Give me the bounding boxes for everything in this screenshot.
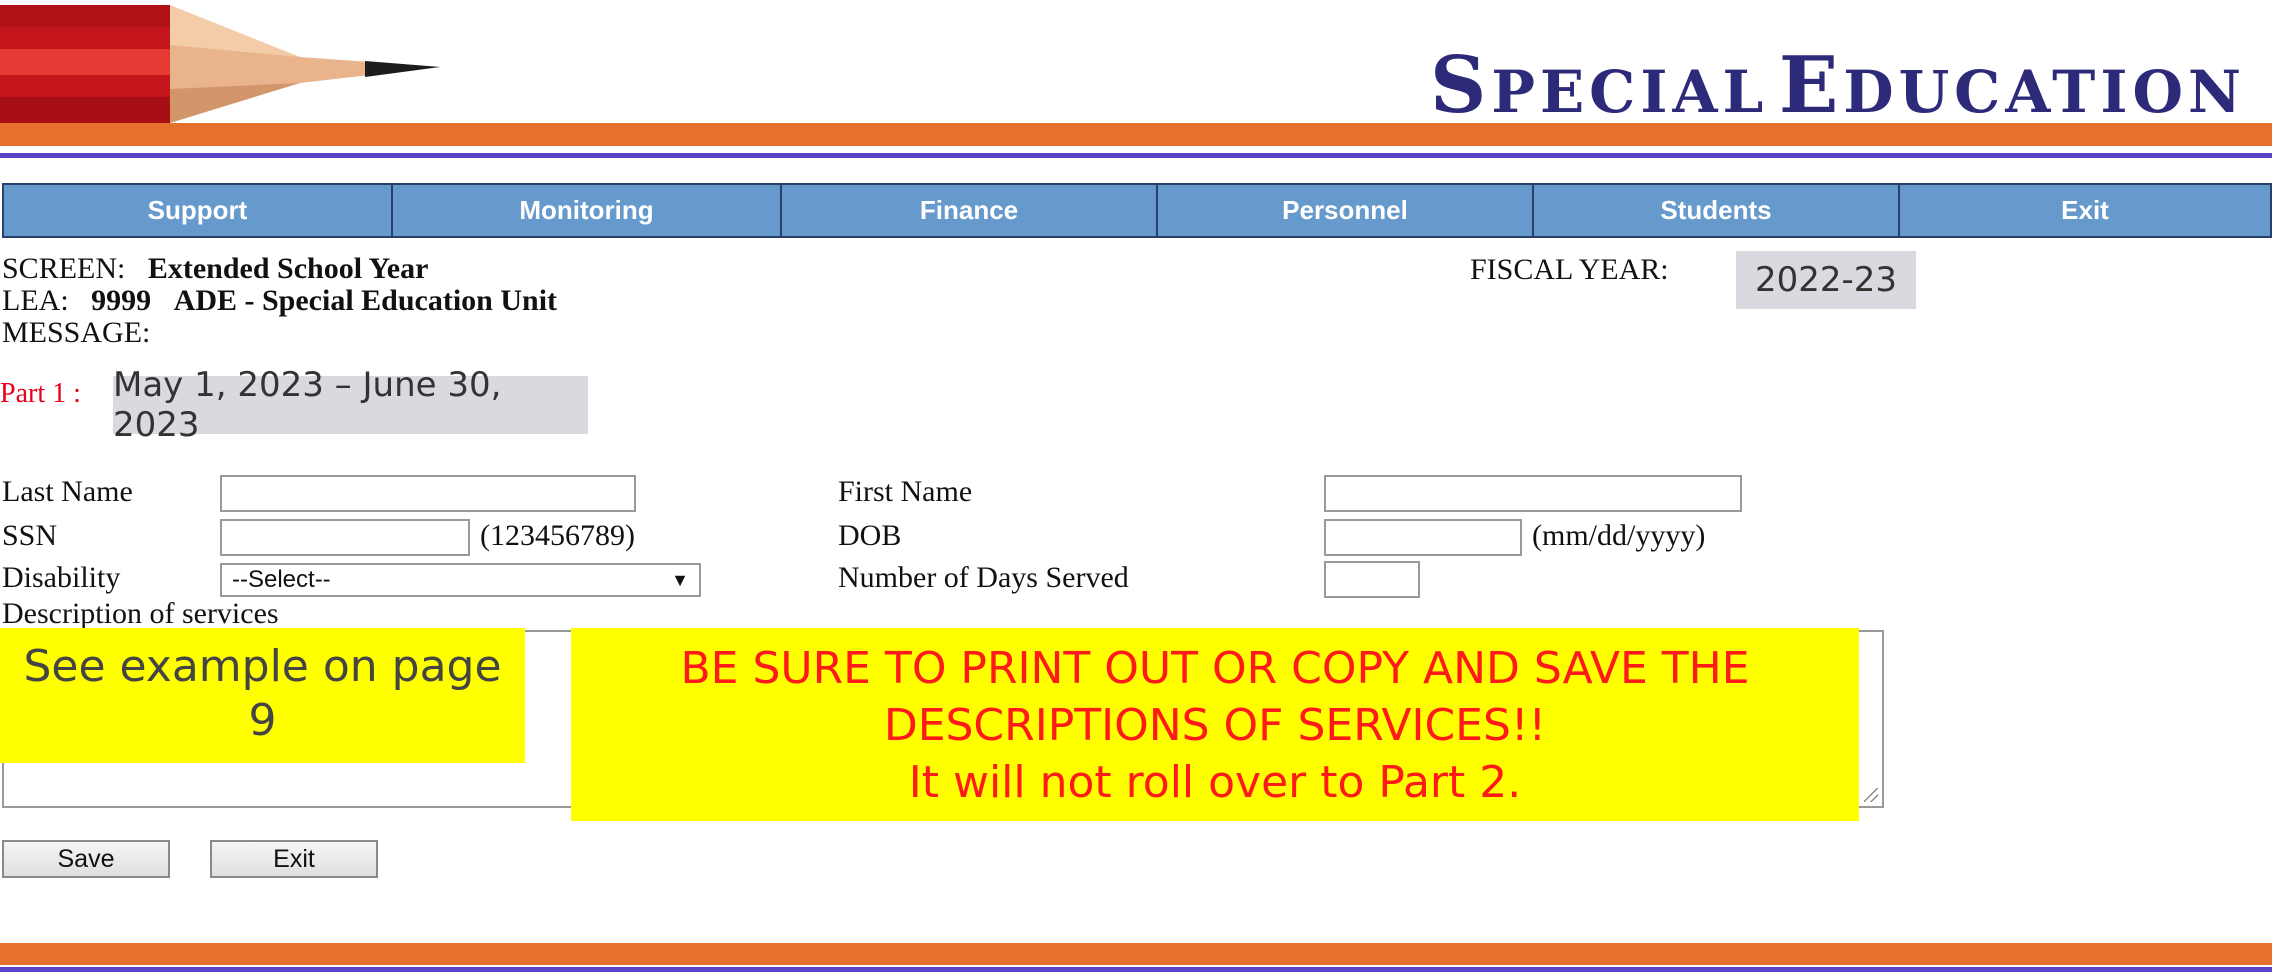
- exit-button[interactable]: Exit: [210, 840, 378, 878]
- first-name-label: First Name: [838, 475, 973, 508]
- example-callout-line2: 9: [248, 695, 277, 746]
- dob-input[interactable]: [1324, 519, 1522, 556]
- header-blue-line: [0, 153, 2272, 158]
- screen-line: SCREEN: Extended School Year: [2, 253, 428, 285]
- page-header: SPECIAL EDUCATION: [0, 0, 2272, 165]
- ssn-input[interactable]: [220, 519, 470, 556]
- lea-name: ADE - Special Education Unit: [173, 284, 558, 317]
- lea-label: LEA:: [2, 284, 69, 317]
- disability-select[interactable]: --Select-- ▼: [220, 563, 701, 597]
- dob-label: DOB: [838, 519, 902, 552]
- brand-title: SPECIAL EDUCATION: [1430, 40, 2246, 131]
- nav-exit[interactable]: Exit: [1900, 185, 2270, 236]
- nav-finance[interactable]: Finance: [782, 185, 1158, 236]
- warning-callout-line2: DESCRIPTIONS OF SERVICES!!: [883, 700, 1547, 751]
- pencil-icon: [0, 5, 440, 123]
- warning-callout-line1: BE SURE TO PRINT OUT OR COPY AND SAVE TH…: [680, 643, 1750, 694]
- resize-handle-icon[interactable]: [1864, 788, 1878, 802]
- lea-code: 9999: [91, 284, 152, 317]
- description-label: Description of services: [2, 597, 279, 630]
- chevron-down-icon: ▼: [671, 569, 689, 590]
- screen-value: Extended School Year: [147, 252, 429, 285]
- main-nav: Support Monitoring Finance Personnel Stu…: [2, 183, 2272, 238]
- ssn-format-hint: (123456789): [480, 519, 635, 552]
- nav-personnel[interactable]: Personnel: [1158, 185, 1534, 236]
- example-callout: See example on page 9: [0, 628, 525, 763]
- footer-orange-bar: [0, 943, 2272, 965]
- header-orange-bar: [0, 123, 2272, 146]
- save-button[interactable]: Save: [2, 840, 170, 878]
- message-label: MESSAGE:: [2, 316, 151, 349]
- screen-label: SCREEN:: [2, 252, 126, 285]
- nav-support[interactable]: Support: [4, 185, 393, 236]
- last-name-label: Last Name: [2, 475, 133, 508]
- days-served-input[interactable]: [1324, 561, 1420, 598]
- last-name-input[interactable]: [220, 475, 636, 512]
- warning-callout-line3: It will not roll over to Part 2.: [908, 757, 1522, 808]
- nav-monitoring[interactable]: Monitoring: [393, 185, 782, 236]
- example-callout-line1: See example on page: [23, 641, 502, 692]
- days-served-label: Number of Days Served: [838, 561, 1129, 594]
- warning-callout: BE SURE TO PRINT OUT OR COPY AND SAVE TH…: [571, 628, 1859, 821]
- ssn-label: SSN: [2, 519, 58, 552]
- first-name-input[interactable]: [1324, 475, 1742, 512]
- fiscal-year-value: 2022-23: [1736, 251, 1916, 309]
- footer-blue-line: [0, 967, 2272, 972]
- part-date-range: May 1, 2023 – June 30, 2023: [113, 365, 588, 445]
- disability-label: Disability: [2, 561, 121, 594]
- nav-students[interactable]: Students: [1534, 185, 1900, 236]
- part-label: Part 1 :: [0, 378, 81, 409]
- disability-selected-value: --Select--: [232, 566, 331, 593]
- dob-format-hint: (mm/dd/yyyy): [1532, 519, 1706, 552]
- lea-line: LEA: 9999 ADE - Special Education Unit: [2, 285, 557, 317]
- fiscal-year-label: FISCAL YEAR:: [1470, 253, 1669, 286]
